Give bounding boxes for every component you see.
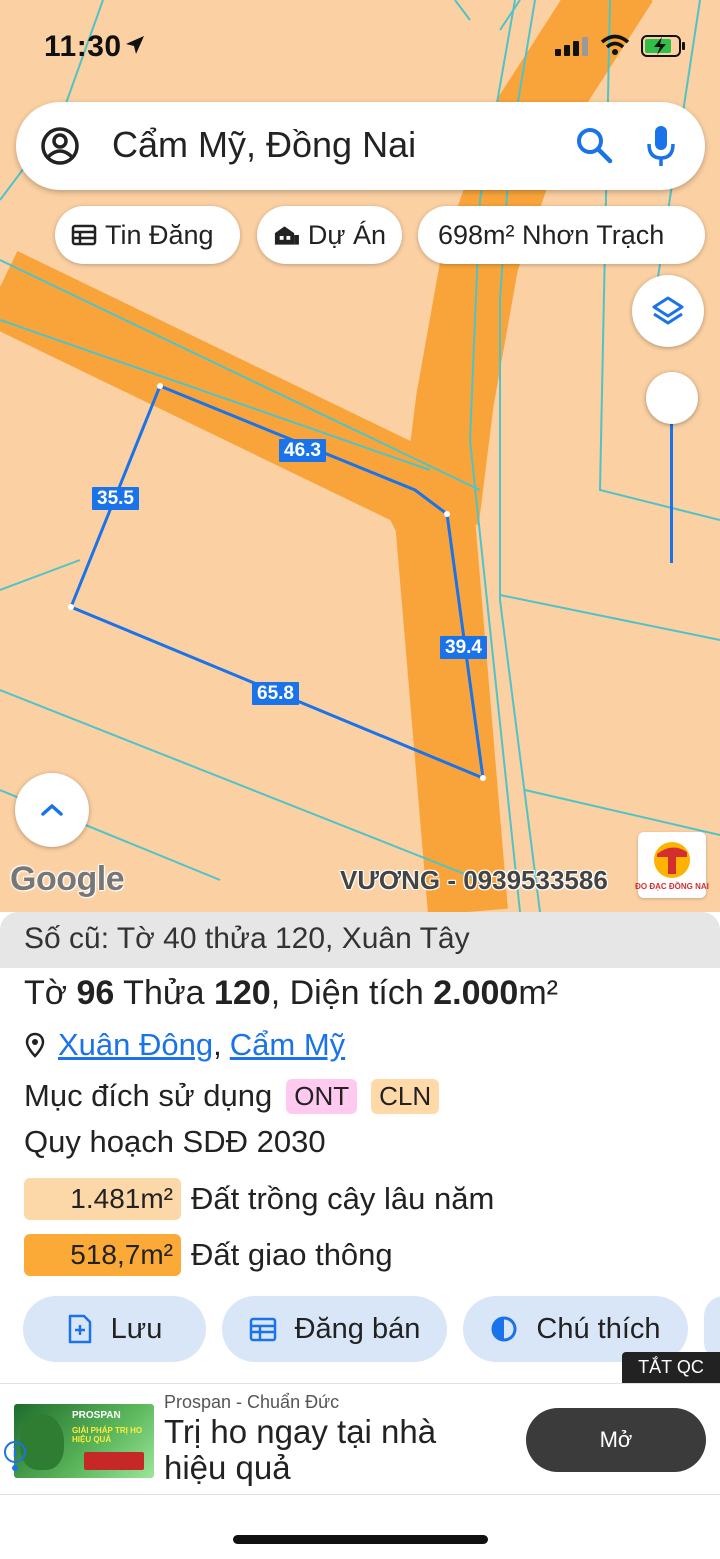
ad-info-icon[interactable]: [3, 1440, 27, 1476]
ward-link[interactable]: Xuân Đông: [58, 1027, 213, 1063]
layers-button[interactable]: [632, 275, 704, 347]
wifi-icon: [600, 34, 630, 55]
calendar-post-icon: [249, 1317, 276, 1342]
search-query-text[interactable]: Cẩm Mỹ, Đồng Nai: [112, 124, 416, 166]
parcel-summary: Tờ 96 Thửa 120, Diện tích 2.000m²: [24, 974, 558, 1013]
account-icon[interactable]: [40, 126, 80, 166]
save-button[interactable]: Lưu: [23, 1296, 206, 1362]
building-icon: [274, 226, 299, 245]
brand-t-logo-icon: [654, 841, 690, 878]
zone-name: Đất giao thông: [191, 1237, 393, 1272]
chip-label: Dự Án: [307, 219, 386, 250]
location-pin-icon: [25, 1032, 45, 1058]
brand-logo-text: ĐO ĐẠC ĐỒNG NAI: [635, 881, 709, 891]
chip-listings[interactable]: Tin Đăng: [55, 206, 240, 264]
edge-length-label: 46.3: [279, 439, 326, 462]
zone-area: 1.481m²: [24, 1178, 181, 1220]
ad-open-button[interactable]: Mở: [526, 1408, 706, 1472]
edge-length-label: 65.8: [252, 682, 299, 705]
land-use-badge-cln: CLN: [371, 1078, 440, 1114]
legend-label: Chú thích: [536, 1312, 661, 1345]
layers-icon: [652, 296, 684, 325]
location-arrow-icon: [126, 36, 144, 54]
brand-logo[interactable]: ĐO ĐẠC ĐỒNG NAI: [635, 832, 709, 898]
chip-label: 698m² Nhơn Trạch: [438, 219, 665, 250]
district-link[interactable]: Cẩm Mỹ: [230, 1027, 345, 1063]
status-time: 11:30: [44, 30, 122, 63]
search-icon[interactable]: [575, 126, 613, 164]
zone-row: 1.481m² Đất trồng cây lâu năm: [24, 1178, 674, 1220]
battery-icon: [641, 35, 685, 57]
plan-title: Quy hoạch SDĐ 2030: [24, 1124, 326, 1159]
zoom-slider-handle[interactable]: [646, 372, 698, 424]
edge-length-label: 35.5: [92, 487, 139, 510]
google-logo: Google: [10, 860, 125, 898]
zone-row: 518,7m² Đất giao thông: [24, 1234, 674, 1276]
search-bar[interactable]: Cẩm Mỹ, Đồng Nai: [16, 102, 705, 190]
land-use-purpose: Mục đích sử dụng ONT CLN: [24, 1078, 440, 1114]
post-for-sale-button[interactable]: Đăng bán: [222, 1296, 447, 1362]
map-watermark: VƯƠNG - 0939533586: [340, 865, 608, 895]
ad-banner[interactable]: PROSPAN GIẢI PHÁP TRỊ HO HIỆU QUẢ Prospa…: [0, 1383, 720, 1495]
microphone-icon[interactable]: [646, 124, 676, 168]
ad-image[interactable]: PROSPAN GIẢI PHÁP TRỊ HO HIỆU QUẢ: [14, 1404, 154, 1478]
address-separator: ,: [213, 1027, 222, 1062]
legend-half-circle-icon: [491, 1316, 517, 1342]
plot-label: Thửa: [114, 974, 214, 1012]
home-indicator[interactable]: [233, 1535, 488, 1544]
zone-area: 518,7m²: [24, 1234, 181, 1276]
parcel-address: Xuân Đông, Cẩm Mỹ: [24, 1027, 345, 1063]
save-label: Lưu: [110, 1312, 163, 1345]
zoom-slider-track[interactable]: [670, 400, 673, 563]
chip-label: Tin Đăng: [105, 219, 214, 250]
plot-number: 120: [213, 974, 271, 1012]
status-bar: 11:30: [0, 0, 720, 90]
old-parcel-info: Số cũ: Tờ 40 thửa 120, Xuân Tây: [0, 912, 720, 968]
map-view[interactable]: 46.3 35.5 39.4 65.8 11:30 Cẩm Mỹ, Đồng N…: [0, 0, 720, 912]
zone-name: Đất trồng cây lâu năm: [191, 1181, 495, 1216]
chip-projects[interactable]: Dự Án: [257, 206, 402, 264]
area-label: , Diện tích: [270, 974, 434, 1012]
ad-sponsor: Prospan - Chuẩn Đức: [164, 1392, 340, 1412]
area-unit: m²: [518, 974, 558, 1012]
ad-headline[interactable]: Trị ho ngay tại nhà hiệu quả: [164, 1414, 504, 1486]
land-use-badge-ont: ONT: [286, 1078, 358, 1114]
post-label: Đăng bán: [294, 1312, 421, 1345]
expand-sheet-button[interactable]: [15, 773, 89, 847]
sheet-number: 96: [76, 974, 115, 1012]
ad-image-brand: PROSPAN: [72, 1410, 121, 1421]
close-ad-button[interactable]: TẮT QC: [622, 1352, 720, 1383]
chevron-up-icon: [41, 804, 63, 816]
chip-saved-search[interactable]: 698m² Nhơn Trạch: [418, 206, 705, 264]
sheet-label: Tờ: [24, 974, 77, 1012]
edge-length-label: 39.4: [440, 636, 487, 659]
cellular-signal-icon: [555, 37, 588, 56]
purpose-label: Mục đích sử dụng: [24, 1078, 273, 1113]
ad-image-tagline: GIẢI PHÁP TRỊ HO HIỆU QUẢ: [72, 1426, 143, 1444]
listing-icon: [71, 224, 97, 246]
area-value: 2.000: [433, 974, 519, 1012]
parcel-info-sheet[interactable]: Số cũ: Tờ 40 thửa 120, Xuân Tây Tờ 96 Th…: [0, 912, 720, 1382]
save-add-icon: [68, 1314, 91, 1344]
